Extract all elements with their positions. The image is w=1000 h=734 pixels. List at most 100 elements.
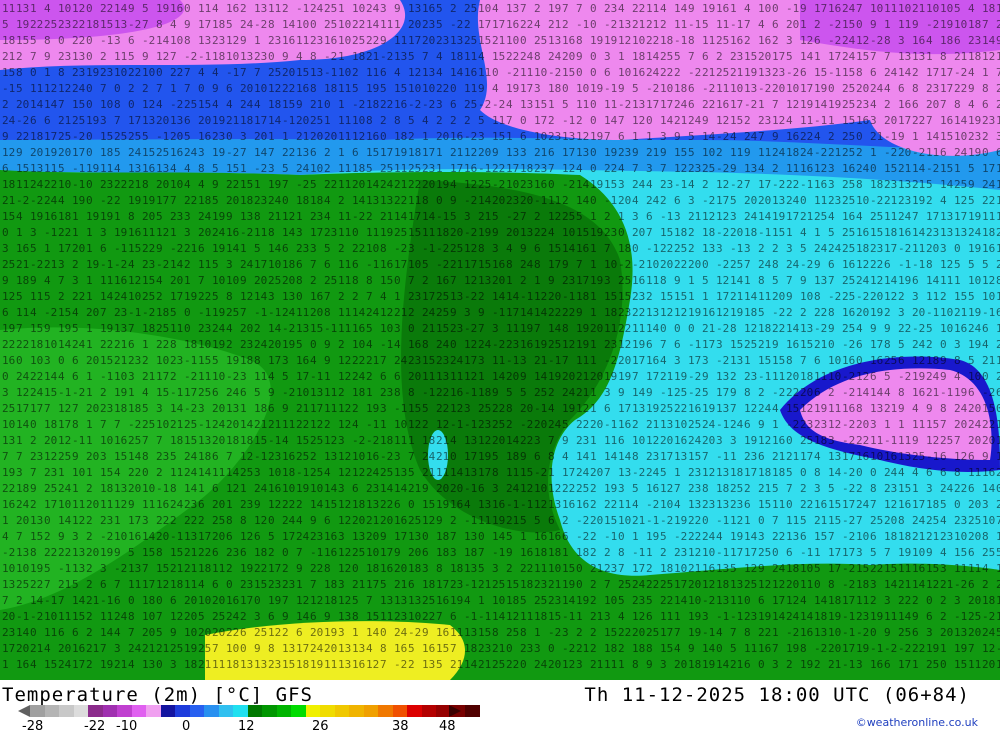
credit-link[interactable]: ©weatheronline.co.uk [856,716,978,729]
svg-text:22: 22 [982,194,995,207]
svg-text:13: 13 [2,578,15,591]
svg-text:4: 4 [114,162,121,175]
svg-text:7: 7 [30,466,37,479]
svg-text:1: 1 [744,354,751,367]
svg-text:12: 12 [562,162,575,175]
svg-text:13: 13 [72,546,85,559]
svg-text:22: 22 [100,2,113,15]
svg-text:10: 10 [58,2,71,15]
svg-text:11: 11 [996,450,1000,463]
svg-text:16: 16 [940,114,953,127]
svg-text:9: 9 [282,50,289,63]
svg-text:23: 23 [996,98,1000,111]
svg-text:24: 24 [128,146,142,159]
svg-text:7: 7 [366,594,373,607]
svg-text:25: 25 [842,226,855,239]
svg-text:24: 24 [184,146,198,159]
svg-text:2: 2 [730,370,737,383]
svg-text:17: 17 [520,82,533,95]
svg-text:13: 13 [618,18,631,31]
svg-text:13: 13 [296,322,309,335]
svg-text:0: 0 [926,594,933,607]
svg-text:11: 11 [128,578,141,591]
svg-text:4: 4 [184,178,191,191]
svg-text:0: 0 [282,546,289,559]
svg-text:15: 15 [730,338,743,351]
svg-text:8: 8 [898,514,905,527]
svg-text:11: 11 [646,274,659,287]
svg-text:17: 17 [2,642,15,655]
svg-text:14: 14 [800,50,814,63]
svg-text:7: 7 [632,162,639,175]
svg-text:23: 23 [240,338,253,351]
svg-text:19: 19 [324,626,337,639]
svg-text:12: 12 [464,146,477,159]
svg-text:7: 7 [548,434,555,447]
svg-text:3: 3 [226,258,233,271]
svg-text:2: 2 [86,626,93,639]
svg-text:-1: -1 [72,434,85,447]
svg-text:15: 15 [128,242,141,255]
svg-text:7: 7 [674,482,681,495]
svg-text:13: 13 [366,498,379,511]
svg-text:9: 9 [646,658,653,671]
svg-text:7: 7 [58,594,65,607]
svg-text:25: 25 [170,642,183,655]
svg-text:1: 1 [618,50,625,63]
svg-text:4: 4 [870,98,877,111]
svg-text:17: 17 [156,370,169,383]
svg-text:24: 24 [422,306,436,319]
svg-text:21: 21 [800,210,813,223]
svg-text:8: 8 [534,50,541,63]
svg-text:22: 22 [44,178,57,191]
svg-text:18: 18 [352,498,365,511]
svg-text:16: 16 [730,34,743,47]
svg-text:23: 23 [954,514,967,527]
svg-text:18: 18 [100,146,113,159]
svg-text:21: 21 [30,642,43,655]
svg-text:24: 24 [884,466,898,479]
svg-text:12: 12 [408,418,421,431]
svg-text:19: 19 [590,82,603,95]
svg-text:16: 16 [842,402,855,415]
svg-text:5: 5 [408,114,415,127]
svg-text:-1: -1 [534,194,547,207]
svg-text:5: 5 [408,466,415,479]
scale-tick-label: 48 [439,719,456,734]
svg-text:8: 8 [268,18,275,31]
svg-text:14: 14 [422,210,436,223]
svg-text:14: 14 [366,626,380,639]
svg-text:22: 22 [856,434,869,447]
svg-text:16: 16 [996,594,1000,607]
svg-text:22: 22 [380,98,393,111]
svg-text:11: 11 [926,290,939,303]
svg-text:2: 2 [464,114,471,127]
svg-text:19: 19 [156,2,169,15]
svg-text:16: 16 [576,498,589,511]
svg-text:4: 4 [268,370,275,383]
svg-text:8: 8 [996,274,1000,287]
svg-text:12: 12 [534,498,547,511]
svg-text:24: 24 [184,466,198,479]
svg-text:11: 11 [534,562,547,575]
svg-text:-2: -2 [464,322,477,335]
svg-text:8: 8 [506,258,513,271]
svg-text:-2: -2 [702,82,715,95]
svg-text:16: 16 [828,2,841,15]
svg-text:16: 16 [646,482,659,495]
svg-text:17: 17 [758,178,771,191]
svg-text:4: 4 [128,658,135,671]
svg-text:7: 7 [576,2,583,15]
svg-text:23: 23 [506,338,519,351]
svg-text:4: 4 [156,98,163,111]
svg-text:19: 19 [212,306,225,319]
svg-text:9: 9 [478,82,485,95]
temperature-map[interactable]: 11 13 1 4 10 12 0 22 14 9 5 19 16 0 11 4 16 2 13 11 2 -1 24 25 1… [0,0,1000,680]
svg-text:4: 4 [660,354,667,367]
svg-text:8: 8 [576,34,583,47]
svg-text:14: 14 [170,258,184,271]
svg-text:23: 23 [184,498,197,511]
svg-text:13: 13 [16,546,29,559]
svg-text:3: 3 [520,146,527,159]
svg-text:25: 25 [744,578,757,591]
